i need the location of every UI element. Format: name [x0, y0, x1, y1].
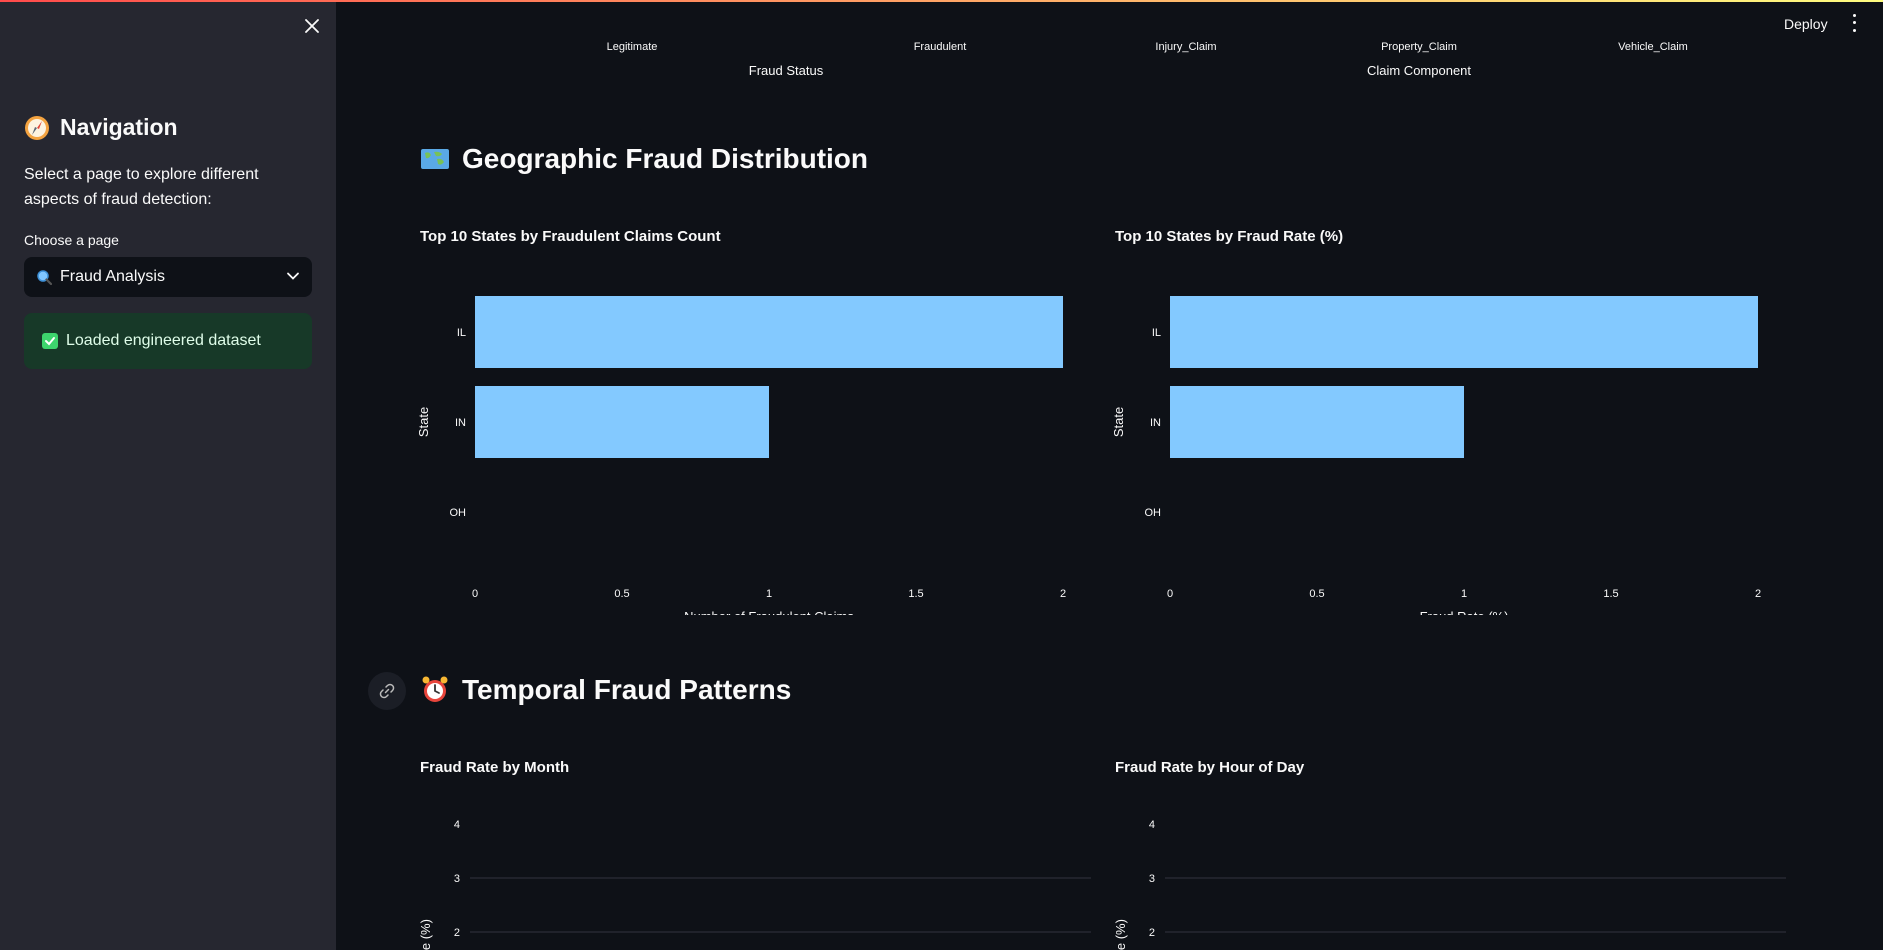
sidebar-title-text: Navigation — [60, 114, 178, 140]
x-tick-label: 1.5 — [1603, 588, 1618, 600]
y-tick-label: IL — [1152, 327, 1161, 339]
prev-left-xlabel: Fraud Status — [748, 63, 824, 78]
bar-IN — [475, 386, 769, 458]
page-select-label: Choose a page — [24, 232, 119, 248]
geo-section-title: Geographic Fraud Distribution — [462, 143, 869, 174]
y-tick-label: 2 — [1149, 927, 1155, 939]
alarm-clock-icon — [422, 676, 448, 702]
close-icon — [305, 19, 319, 33]
chevron-down-icon — [287, 272, 299, 280]
prev-right-category: Injury_Claim — [1155, 41, 1217, 53]
x-tick-label: 0 — [1167, 588, 1173, 600]
y-tick-label: 3 — [1149, 873, 1155, 885]
y-axis-title: ate (%) — [1113, 919, 1128, 950]
states-count-chart: IL IN OH 0 0.5 1 1.5 2 Number of Fraudulent Clai… — [416, 296, 1066, 615]
prev-right-xlabel: Claim Component — [1366, 63, 1472, 78]
fraud-rate-hour-chart: 4 3 2 ate (%) — [1113, 819, 1786, 950]
top-decoration-bar — [0, 0, 1883, 2]
x-axis-title: Number of Fraudulent Claims — [684, 609, 854, 615]
y-tick-label: 3 — [454, 873, 460, 885]
x-tick-label: 0 — [472, 588, 478, 600]
y-axis-title: State — [416, 407, 431, 437]
y-tick-label: IN — [1150, 417, 1161, 429]
bar-IL — [475, 296, 1063, 368]
temporal-section-heading: Temporal Fraud Patterns — [420, 674, 791, 706]
x-tick-label: 0.5 — [614, 588, 629, 600]
bar-IN — [1170, 386, 1464, 458]
sidebar-description: Select a page to explore different aspec… — [24, 166, 259, 208]
chart-title-hour: Fraud Rate by Hour of Day — [1115, 759, 1305, 776]
fraud-rate-month-chart: 4 3 2 ate (%) — [418, 819, 1091, 950]
world-map-icon — [421, 149, 449, 169]
prev-left-category: Legitimate — [606, 41, 658, 53]
kebab-dot — [1852, 28, 1856, 32]
y-axis-title: ate (%) — [418, 919, 433, 950]
prev-right-category: Property_Claim — [1381, 41, 1457, 53]
deploy-button[interactable]: Deploy — [1770, 13, 1842, 35]
magnifier-icon — [37, 270, 52, 285]
chart-title-states-rate: Top 10 States by Fraud Rate (%) — [1115, 228, 1344, 245]
chart-title-month: Fraud Rate by Month — [420, 759, 570, 776]
x-tick-label: 1.5 — [908, 588, 923, 600]
kebab-dot — [1852, 14, 1856, 18]
y-tick-label: OH — [450, 507, 467, 519]
x-tick-label: 1 — [766, 588, 772, 600]
x-tick-label: 2 — [1755, 588, 1761, 600]
y-tick-label: 2 — [454, 927, 460, 939]
sidebar: Navigation Select a page to explore diff… — [0, 0, 336, 950]
chart-title-states-count: Top 10 States by Fraudulent Claims Count — [420, 228, 721, 245]
prev-right-category: Vehicle_Claim — [1618, 41, 1688, 53]
sidebar-title: Navigation — [24, 114, 178, 141]
y-axis-title: State — [1111, 407, 1126, 437]
y-tick-label: 4 — [454, 819, 460, 831]
states-rate-chart: IL IN OH 0 0.5 1 1.5 2 Fraud Rate (%) State — [1111, 296, 1761, 615]
y-tick-label: IL — [457, 327, 466, 339]
compass-icon — [25, 115, 49, 140]
kebab-dot — [1852, 21, 1856, 25]
success-alert: Loaded engineered dataset — [24, 313, 312, 369]
page-select[interactable]: Fraud Analysis — [24, 257, 312, 297]
anchor-link-button[interactable] — [368, 672, 406, 710]
main-menu-button[interactable] — [1848, 12, 1860, 34]
bar-IL — [1170, 296, 1758, 368]
y-tick-label: OH — [1145, 507, 1162, 519]
x-axis-title: Fraud Rate (%) — [1420, 609, 1509, 615]
page-select-value: Fraud Analysis — [60, 268, 165, 285]
geo-section-heading: Geographic Fraud Distribution — [420, 143, 868, 175]
y-tick-label: 4 — [1149, 819, 1155, 831]
temporal-section-title: Temporal Fraud Patterns — [462, 674, 792, 705]
prev-left-category: Fraudulent — [913, 41, 967, 53]
x-tick-label: 1 — [1461, 588, 1467, 600]
x-tick-label: 0.5 — [1309, 588, 1324, 600]
y-tick-label: IN — [455, 417, 466, 429]
check-icon — [42, 333, 58, 349]
close-sidebar-button[interactable] — [300, 14, 324, 38]
link-icon — [379, 683, 395, 699]
x-tick-label: 2 — [1060, 588, 1066, 600]
app-root: Navigation Select a page to explore diff… — [0, 0, 1883, 950]
success-message: Loaded engineered dataset — [66, 332, 261, 349]
